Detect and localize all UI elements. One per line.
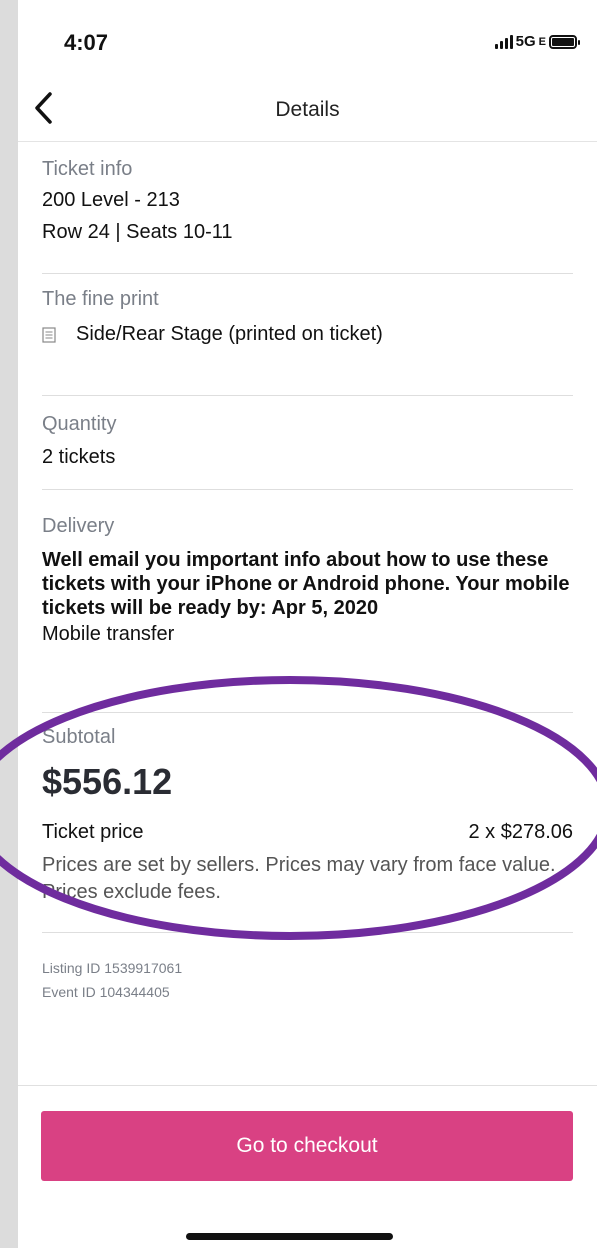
fine-print-item: Side/Rear Stage (printed on ticket) (42, 323, 573, 346)
delivery-method: Mobile transfer (42, 623, 175, 645)
divider (42, 395, 573, 396)
quantity-section: Quantity 2 tickets (42, 413, 573, 469)
listing-meta: Listing ID 1539917061 Event ID 104344405 (42, 957, 573, 1005)
ticket-price-label: Ticket price (42, 821, 144, 843)
delivery-description: Well email you important info about how … (42, 549, 570, 619)
divider (42, 273, 573, 274)
delivery-section: Delivery Well email you important info a… (42, 515, 573, 646)
price-disclaimer: Prices are set by sellers. Prices may va… (42, 854, 556, 903)
bottom-bar: Go to checkout (18, 1085, 597, 1248)
subtotal-label: Subtotal (42, 726, 116, 748)
ticket-price-row: Ticket price 2 x $278.06 (42, 821, 573, 844)
event-id: Event ID 104344405 (42, 983, 170, 1000)
network-suffix: E (538, 35, 546, 48)
subtotal-section: Subtotal $556.12 Ticket price 2 x $278.0… (42, 726, 573, 906)
ticket-price-value: 2 x $278.06 (468, 821, 573, 843)
document-icon (42, 326, 56, 343)
network-label: 5G (515, 33, 536, 50)
quantity-value: 2 tickets (42, 446, 116, 468)
ticket-seats: Row 24 | Seats 10-11 (42, 221, 233, 243)
checkout-button[interactable]: Go to checkout (41, 1111, 573, 1181)
divider (42, 932, 573, 933)
ticket-info-label: Ticket info (42, 158, 133, 180)
divider (42, 489, 573, 490)
divider (42, 712, 573, 713)
status-bar-indicators: 5G E (494, 33, 580, 50)
nav-bar: Details (18, 78, 597, 142)
delivery-label: Delivery (42, 515, 115, 537)
fine-print-section: The fine print Side/Rear Stage (printed … (42, 288, 573, 346)
subtotal-amount: $556.12 (42, 761, 173, 802)
home-indicator (186, 1233, 393, 1240)
status-time: 4:07 (64, 30, 109, 55)
battery-icon (549, 34, 580, 49)
ticket-section: 200 Level - 213 (42, 189, 180, 211)
phone-screen: 4:07 5G E Details Ticket info 200 Level -… (18, 0, 597, 1248)
fine-print-label: The fine print (42, 288, 159, 310)
fine-print-text: Side/Rear Stage (printed on ticket) (76, 323, 383, 345)
listing-id: Listing ID 1539917061 (42, 960, 183, 976)
quantity-label: Quantity (42, 413, 117, 435)
signal-icon (494, 34, 513, 49)
page-title: Details (275, 98, 340, 121)
ticket-info-section: Ticket info 200 Level - 213 Row 24 | Sea… (42, 158, 573, 244)
